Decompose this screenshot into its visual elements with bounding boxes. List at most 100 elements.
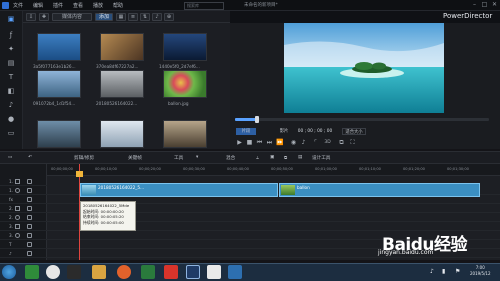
firefox-icon[interactable] bbox=[117, 265, 131, 279]
lock-icon[interactable] bbox=[27, 206, 32, 211]
list-view-icon[interactable]: ≡ bbox=[128, 13, 138, 21]
trim-button[interactable]: 剪辑/修剪 bbox=[74, 155, 94, 161]
sound-icon[interactable]: ♪ bbox=[152, 13, 162, 21]
media-thumbnail[interactable] bbox=[37, 33, 81, 61]
green-app-icon[interactable] bbox=[25, 265, 39, 279]
network-tray-icon[interactable]: ▮ bbox=[442, 268, 445, 275]
audio-mixer-icon[interactable]: ♪ bbox=[5, 100, 17, 110]
explorer-icon[interactable] bbox=[92, 265, 106, 279]
keyframe-button[interactable]: 关键帧 bbox=[128, 155, 142, 161]
pip-icon[interactable]: ▤ bbox=[5, 58, 17, 68]
particle-icon[interactable]: ✦ bbox=[5, 44, 17, 54]
fast-forward-icon[interactable]: ⏩ bbox=[276, 139, 283, 146]
play-icon[interactable]: ▶ bbox=[236, 139, 243, 146]
prev-frame-icon[interactable]: ⏮ bbox=[256, 139, 263, 146]
undock-icon[interactable]: ⧉ bbox=[338, 139, 345, 146]
media-thumbnail[interactable] bbox=[163, 33, 207, 61]
audio-track-icon[interactable] bbox=[15, 215, 20, 220]
grid-view-icon[interactable]: ▦ bbox=[116, 13, 126, 21]
lock-icon[interactable] bbox=[27, 233, 32, 238]
markin-icon[interactable]: ⌜ bbox=[312, 139, 319, 146]
fullscreen-icon[interactable]: ⛶ bbox=[349, 139, 356, 146]
lock-icon[interactable] bbox=[27, 242, 32, 247]
import-media-icon[interactable]: ⇩ bbox=[26, 13, 36, 21]
red-app-icon[interactable] bbox=[164, 265, 178, 279]
close-button[interactable]: ✕ bbox=[490, 1, 499, 9]
menu-edit[interactable]: 编辑 bbox=[33, 2, 43, 9]
media-thumbnail[interactable] bbox=[163, 70, 207, 98]
media-thumbnail[interactable] bbox=[37, 70, 81, 98]
import-icon[interactable]: ▣ bbox=[5, 14, 17, 24]
minimize-button[interactable]: – bbox=[470, 1, 479, 9]
stop-icon[interactable]: ■ bbox=[246, 139, 253, 146]
sort-icon[interactable]: ⇅ bbox=[140, 13, 150, 21]
design-tools-button[interactable]: 设计工具 bbox=[312, 155, 330, 161]
media-thumbnail[interactable] bbox=[163, 120, 207, 148]
timeline-clip[interactable]: 20180526164022_5... bbox=[80, 183, 278, 197]
media-thumbnail[interactable] bbox=[37, 120, 81, 148]
timeline-clip[interactable]: ballon bbox=[279, 183, 480, 197]
menu-help[interactable]: 帮助 bbox=[113, 2, 123, 9]
lock-icon[interactable] bbox=[27, 179, 32, 184]
mix-button[interactable]: 混合 bbox=[226, 155, 235, 161]
clip-thumbnail bbox=[82, 185, 96, 195]
audio-track-icon[interactable] bbox=[15, 233, 20, 238]
track-header: 3. bbox=[0, 231, 47, 240]
media-thumbnail[interactable] bbox=[100, 120, 144, 148]
desktop-icon[interactable] bbox=[228, 265, 242, 279]
lock-icon[interactable] bbox=[27, 188, 32, 193]
ripple-icon[interactable]: ⧉ bbox=[284, 155, 287, 161]
document-icon[interactable] bbox=[207, 265, 221, 279]
media-thumbnail[interactable] bbox=[100, 70, 144, 98]
volume-tray-icon[interactable]: ♪ bbox=[430, 268, 434, 275]
subtitle-icon[interactable]: ▭ bbox=[5, 128, 17, 138]
tools-button[interactable]: 工具 bbox=[174, 155, 183, 161]
media-filter-select[interactable]: 媒体内容 bbox=[52, 13, 92, 21]
next-frame-icon[interactable]: ⏭ bbox=[266, 139, 273, 146]
delete-icon[interactable]: ▣ bbox=[270, 155, 274, 160]
media-player-icon[interactable] bbox=[46, 265, 60, 279]
video-track-icon[interactable] bbox=[15, 179, 20, 184]
lock-icon[interactable] bbox=[27, 251, 32, 256]
3d-toggle[interactable]: 3D bbox=[322, 139, 333, 146]
menu-plugins[interactable]: 插件 bbox=[53, 2, 63, 9]
playhead-handle[interactable] bbox=[76, 171, 83, 177]
video-track-icon[interactable] bbox=[15, 206, 20, 211]
voice-icon[interactable]: ● bbox=[5, 114, 17, 124]
preview-scrubber[interactable] bbox=[235, 118, 489, 121]
timeline-view-icon[interactable]: ▭ bbox=[8, 155, 12, 160]
undo-icon[interactable]: ↶ bbox=[28, 155, 32, 160]
library-search-input[interactable]: 搜索库 bbox=[184, 2, 224, 10]
fit-size-select[interactable]: 适合大小 bbox=[342, 128, 366, 135]
transition-icon[interactable]: ◧ bbox=[5, 86, 17, 96]
audio-track-icon[interactable] bbox=[15, 188, 20, 193]
media-thumbnail[interactable] bbox=[100, 33, 144, 61]
maximize-button[interactable]: □ bbox=[480, 1, 489, 9]
menu-file[interactable]: 文件 bbox=[13, 2, 23, 9]
tools-dropdown-icon[interactable]: ▾ bbox=[196, 155, 198, 160]
menu-view[interactable]: 查看 bbox=[73, 2, 83, 9]
taskbar-clock[interactable]: 7:00 2019/5/12 bbox=[470, 265, 491, 277]
player-icon[interactable] bbox=[141, 265, 155, 279]
start-icon[interactable] bbox=[2, 265, 16, 279]
clip-mode-button[interactable]: 片段 bbox=[236, 128, 256, 135]
title-icon[interactable]: T bbox=[5, 72, 17, 82]
scrubber-handle[interactable] bbox=[255, 116, 259, 123]
zoom-icon[interactable]: ⊕ bbox=[164, 13, 174, 21]
lock-icon[interactable] bbox=[27, 197, 32, 202]
plugin-icon[interactable]: ✚ bbox=[39, 13, 49, 21]
lock-icon[interactable] bbox=[27, 224, 32, 229]
qq-icon[interactable] bbox=[67, 265, 81, 279]
lock-icon[interactable] bbox=[27, 215, 32, 220]
video-track-icon[interactable] bbox=[15, 224, 20, 229]
split-icon[interactable]: ⟂ bbox=[256, 155, 259, 161]
library-tab-add[interactable]: 添加 bbox=[95, 13, 113, 21]
menu-playback[interactable]: 播放 bbox=[93, 2, 103, 9]
audio-edit-icon[interactable]: ▤ bbox=[298, 155, 302, 160]
fx-icon[interactable]: ƒ bbox=[5, 30, 17, 40]
volume-icon[interactable]: ♪ bbox=[300, 139, 307, 146]
powerdirector-icon[interactable] bbox=[186, 265, 200, 279]
movie-mode-button[interactable]: 影片 bbox=[277, 128, 291, 135]
flag-tray-icon[interactable]: ⚑ bbox=[455, 268, 460, 275]
snapshot-icon[interactable]: ◉ bbox=[290, 139, 297, 146]
